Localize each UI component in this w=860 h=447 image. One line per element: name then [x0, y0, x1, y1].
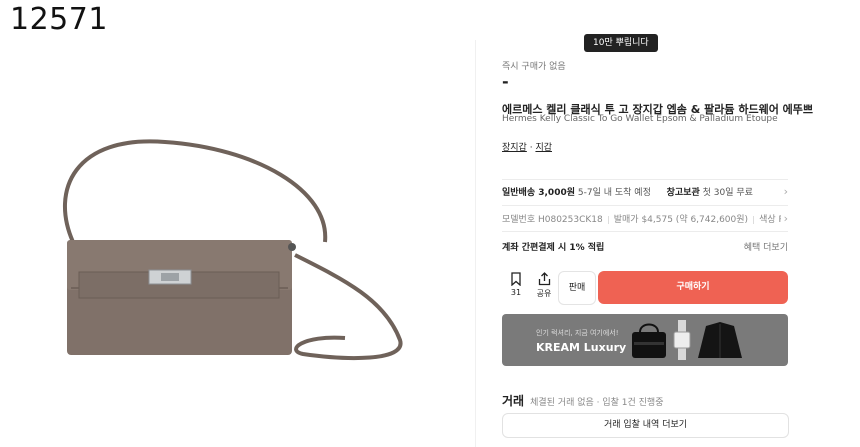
- separator: [607, 215, 609, 224]
- divider: [502, 231, 788, 232]
- share-label: 공유: [536, 289, 552, 298]
- divider: [502, 179, 788, 180]
- normal-shipping-desc: 5-7일 내 도착 예정: [577, 188, 651, 198]
- trade-header: 거래 체결된 거래 없음 · 입찰 1건 진행중: [502, 392, 664, 409]
- release-price: 발매가 $4,575 (약 6,742,600원): [613, 215, 749, 225]
- payment-benefit-label: 계좌 간편결제 시 1% 적립: [502, 243, 605, 253]
- banner-title: KREAM Luxury: [536, 341, 627, 354]
- storage-label: 창고보관: [666, 188, 700, 198]
- bookmark-button[interactable]: 31: [502, 269, 530, 305]
- promo-tooltip: 10만 뿌립니다: [584, 34, 658, 52]
- action-bar: 31 공유 판매 구매하기: [502, 269, 788, 305]
- model-number: 모델번호 H080253CK18: [502, 215, 603, 225]
- instant-buy-label: 즉시 구매가 없음: [502, 62, 566, 72]
- storage-desc: 첫 30일 무료: [702, 188, 753, 198]
- bookmark-icon: [511, 272, 521, 286]
- banner-products-image: [632, 320, 742, 360]
- watermark-number: 12571: [10, 2, 108, 37]
- trade-history-button[interactable]: 거래 입찰 내역 더보기: [502, 413, 789, 438]
- chevron-right-icon: ›: [783, 185, 788, 198]
- column-divider: [475, 40, 476, 447]
- trade-desc: 체결된 거래 없음 · 입찰 1건 진행중: [530, 398, 664, 408]
- category-link-wallet[interactable]: 지갑: [535, 143, 552, 153]
- shipping-row[interactable]: 일반배송 3,000원 5-7일 내 도착 예정 창고보관 첫 30일 무료 ›: [502, 185, 788, 201]
- category-breadcrumb: 장지갑 · 지갑: [502, 140, 552, 153]
- category-link-long-wallet[interactable]: 장지갑: [502, 143, 527, 153]
- buy-button[interactable]: 구매하기: [598, 271, 788, 304]
- banner-subtitle: 인기 럭셔리, 지금 여기에서!: [536, 329, 619, 337]
- sell-button[interactable]: 판매: [558, 271, 596, 305]
- divider: [502, 205, 788, 206]
- share-button[interactable]: 공유: [532, 269, 556, 305]
- benefit-more-link[interactable]: 혜택 더보기: [744, 240, 788, 253]
- price-value: -: [502, 72, 509, 91]
- bookmark-count: 31: [510, 288, 522, 297]
- share-icon: [538, 272, 550, 286]
- payment-row: 계좌 간편결제 시 1% 적립 혜택 더보기: [502, 240, 788, 254]
- product-image: [63, 139, 403, 360]
- separator: [753, 215, 755, 224]
- product-info-row[interactable]: 모델번호 H080253CK18 발매가 $4,575 (약 6,742,600원…: [502, 212, 788, 228]
- trade-title: 거래: [502, 394, 525, 408]
- kream-luxury-banner[interactable]: 인기 럭셔리, 지금 여기에서! KREAM Luxury: [502, 314, 788, 366]
- chevron-right-icon: ›: [780, 212, 788, 225]
- product-title-en: Hermes Kelly Classic To Go Wallet Epsom …: [502, 114, 778, 124]
- normal-shipping-label: 일반배송 3,000원: [502, 188, 576, 198]
